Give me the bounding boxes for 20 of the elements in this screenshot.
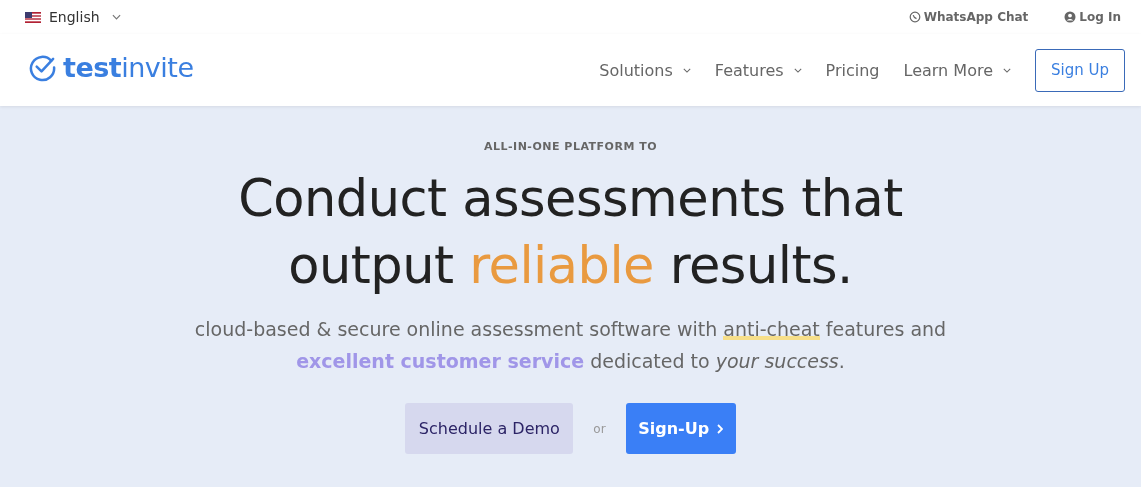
headline: Conduct assessments that output reliable results.: [238, 168, 903, 297]
eyebrow-text: ALL-IN-ONE PLATFORM TO: [483, 140, 658, 153]
caret-icon: [111, 14, 121, 20]
language-selector[interactable]: English: [25, 9, 121, 25]
flag-icon: [25, 11, 41, 23]
nav-link[interactable]: Solutions: [599, 60, 691, 80]
sign-up-button[interactable]: Sign Up: [1035, 48, 1125, 92]
user-icon: [1064, 11, 1077, 23]
schedule-demo-button[interactable]: Schedule a Demo: [405, 403, 574, 454]
chevron-right-icon: [717, 423, 724, 434]
nav-link[interactable]: Learn More: [903, 60, 1011, 80]
whatsapp-icon: [908, 11, 921, 23]
sign-up-cta-button[interactable]: Sign-Up: [625, 403, 736, 454]
or-text: or: [593, 421, 606, 436]
subtitle-text: cloud-based & secure online assessment software with anti-cheat features and excellent customer service dedicated to your success.: [193, 317, 948, 374]
nav-link[interactable]: Features: [714, 60, 802, 80]
logo[interactable]: testinvite: [28, 51, 194, 83]
top-link[interactable]: WhatsApp Chat: [908, 10, 1029, 24]
nav-link[interactable]: Pricing: [825, 60, 880, 80]
top-link[interactable]: Log In: [1064, 10, 1121, 24]
